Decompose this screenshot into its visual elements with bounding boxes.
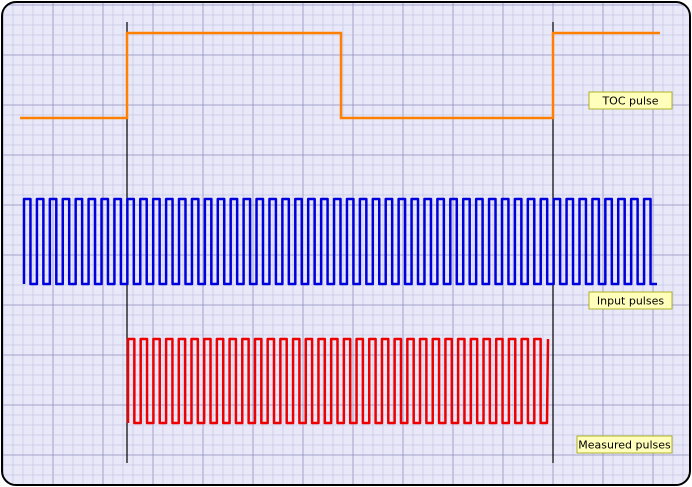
measured-pulses-label: Measured pulses [576, 435, 673, 454]
timing-diagram: TOC pulse Input pulses Measured pulses [0, 0, 692, 487]
input-pulses-label-text: Input pulses [597, 295, 664, 308]
timing-diagram-canvas: TOC pulse Input pulses Measured pulses [1, 1, 691, 486]
input-pulses-label: Input pulses [588, 291, 673, 310]
measured-pulses-label-text: Measured pulses [578, 439, 671, 452]
toc-pulse-label: TOC pulse [588, 91, 673, 110]
toc-pulse-label-text: TOC pulse [601, 95, 658, 108]
